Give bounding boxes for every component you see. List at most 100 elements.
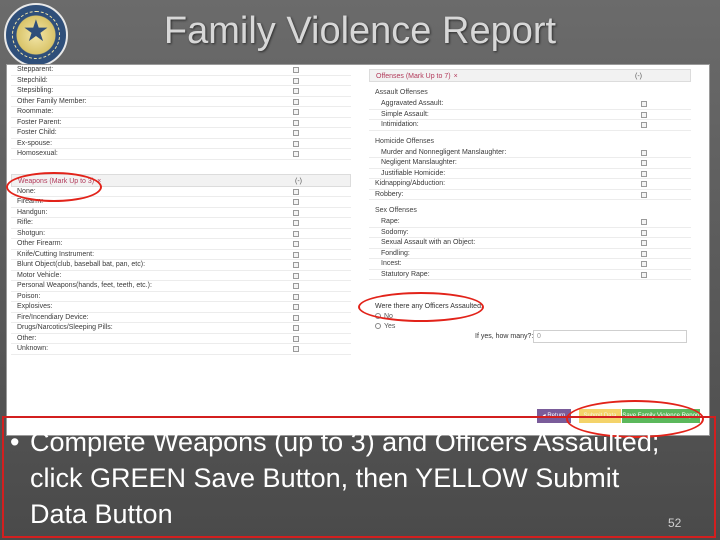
instruction-bullet: • Complete Weapons (up to 3) and Officer… [10, 424, 670, 532]
left-panel: Stepparent: Stepchild: Stepsibling: Other F… [11, 65, 351, 355]
offense-row: Aggravated Assault: [369, 99, 691, 110]
close-icon[interactable]: × [97, 178, 101, 185]
weapon-row-checkbox[interactable] [293, 220, 299, 226]
offense-row-checkbox[interactable] [641, 229, 647, 236]
weapon-row: None: [11, 187, 351, 197]
relationship-row: Roommate: [11, 107, 351, 118]
relationship-row-checkbox[interactable] [293, 140, 299, 147]
weapon-row-checkbox[interactable] [293, 346, 299, 352]
weapon-row-checkbox[interactable] [293, 293, 299, 300]
officers-assaulted-group: Were there any Officers Assaulted: No Ye… [373, 302, 693, 332]
weapon-row-label: None: [17, 187, 36, 195]
radio-icon[interactable] [375, 323, 381, 329]
offense-row-label: Fondling: [381, 249, 410, 257]
weapon-row-checkbox[interactable] [293, 314, 299, 321]
relationship-row-checkbox[interactable] [293, 88, 299, 94]
relationship-row-label: Foster Child: [17, 129, 57, 136]
relationship-row-checkbox[interactable] [293, 151, 299, 157]
radio-icon[interactable] [375, 313, 381, 319]
weapon-row-checkbox[interactable] [293, 304, 299, 310]
offense-row-robbery: Robbery: [369, 190, 691, 200]
weapon-row: Blunt Object(club, baseball bat, pan, et… [11, 260, 351, 271]
collapse-icon[interactable]: (-) [635, 70, 642, 83]
offense-row-label: Incest: [381, 260, 402, 267]
offense-row-checkbox[interactable] [641, 219, 647, 225]
relationship-row: Ex-spouse: [11, 139, 351, 149]
offense-row-checkbox[interactable] [641, 240, 647, 246]
relationship-row-checkbox[interactable] [293, 119, 299, 126]
offense-row-checkbox[interactable] [641, 160, 647, 166]
weapon-row: Other Firearm: [11, 239, 351, 250]
offense-checkbox[interactable] [641, 181, 647, 187]
offense-row: Simple Assault: [369, 110, 691, 120]
weapons-header-label: Weapons (Mark Up to 3) [18, 177, 95, 185]
offense-row-label: Sexual Assault with an Object: [381, 239, 476, 246]
homicide-list: Murder and Nonnegligent Manslaughter: Neg… [369, 148, 691, 179]
offense-row: Negligent Manslaughter: [369, 158, 691, 169]
weapon-row-label: Unknown: [17, 345, 49, 352]
offense-row-checkbox[interactable] [641, 261, 647, 267]
weapon-row-checkbox[interactable] [293, 272, 299, 279]
weapon-row-checkbox[interactable] [293, 230, 299, 237]
weapon-row-label: Knife/Cutting Instrument: [17, 250, 95, 258]
weapon-row-label: Drugs/Narcotics/Sleeping Pills: [17, 324, 113, 331]
weapon-row-checkbox[interactable] [293, 251, 299, 258]
relationship-row-checkbox[interactable] [293, 130, 299, 136]
weapon-row-checkbox[interactable] [293, 325, 299, 331]
weapon-row-label: Fire/Incendiary Device: [17, 313, 89, 321]
radio-no[interactable]: No [373, 312, 693, 322]
offense-row-checkbox[interactable] [641, 101, 647, 107]
weapon-row-checkbox[interactable] [293, 241, 299, 247]
relationship-row: Foster Parent: [11, 118, 351, 128]
offense-row-checkbox[interactable] [641, 122, 647, 128]
right-panel: Offenses (Mark Up to 7) × (-) Assault Off… [369, 69, 691, 280]
weapon-row-label: Motor Vehicle: [17, 271, 62, 279]
officers-question: Were there any Officers Assaulted: [375, 303, 483, 310]
relationship-row-checkbox[interactable] [293, 109, 299, 115]
offense-row-checkbox[interactable] [641, 271, 647, 278]
relationship-row-checkbox[interactable] [293, 67, 299, 73]
bullet-mark: • [10, 427, 20, 457]
weapon-row-checkbox[interactable] [293, 209, 299, 216]
weapon-row-label: Explosives: [17, 303, 53, 310]
offenses-section-header[interactable]: Offenses (Mark Up to 7) × (-) [369, 69, 691, 82]
relationship-row-label: Foster Parent: [17, 118, 62, 126]
relationship-row-checkbox[interactable] [293, 77, 299, 84]
relationship-row-label: Homosexual: [17, 150, 58, 157]
weapon-row-checkbox[interactable] [293, 199, 299, 205]
weapons-section-header[interactable]: Weapons (Mark Up to 3) × (-) [11, 173, 351, 187]
weapon-row: Knife/Cutting Instrument: [11, 250, 351, 260]
offense-row-checkbox[interactable] [641, 149, 647, 156]
relationship-row: Other Family Member: [11, 97, 351, 107]
weapon-row: Explosives: [11, 302, 351, 313]
relationship-row-label: Stepsibling: [17, 87, 54, 94]
instruction-text: Complete Weapons (up to 3) and Officers … [30, 427, 660, 529]
weapon-row-label: Other Firearm: [17, 240, 63, 247]
offense-row: Fondling: [369, 249, 691, 259]
close-icon[interactable]: × [454, 73, 458, 80]
weapon-row-label: Firearm: [17, 198, 44, 205]
offense-row-checkbox[interactable] [641, 111, 647, 118]
weapon-row-checkbox[interactable] [293, 188, 299, 195]
weapon-row-checkbox[interactable] [293, 335, 299, 342]
how-many-input[interactable]: 0 [533, 330, 687, 343]
weapon-row-label: Shotgun: [17, 229, 46, 237]
weapon-row-checkbox[interactable] [293, 262, 299, 268]
assault-group-label: Assault Offenses [369, 86, 691, 99]
weapon-row: Poison: [11, 292, 351, 302]
homicide-group-label: Homicide Offenses [369, 134, 691, 148]
offense-row-checkbox[interactable] [641, 170, 647, 177]
weapon-row: Drugs/Narcotics/Sleeping Pills: [11, 323, 351, 334]
offense-row-label: Simple Assault: [381, 110, 429, 118]
offense-row-label: Aggravated Assault: [381, 100, 444, 107]
weapon-row: Personal Weapons(hands, feet, teeth, etc… [11, 281, 351, 292]
offense-row: Rape: [369, 217, 691, 228]
relationship-row-checkbox[interactable] [293, 98, 299, 105]
offense-checkbox[interactable] [641, 191, 647, 198]
relationship-row-label: Stepparent: [17, 66, 54, 73]
offense-row-checkbox[interactable] [641, 250, 647, 257]
weapon-row-label: Handgun: [17, 208, 48, 216]
weapon-row: Shotgun: [11, 229, 351, 239]
relationship-row: Stepsibling: [11, 86, 351, 97]
weapon-row-checkbox[interactable] [293, 283, 299, 289]
